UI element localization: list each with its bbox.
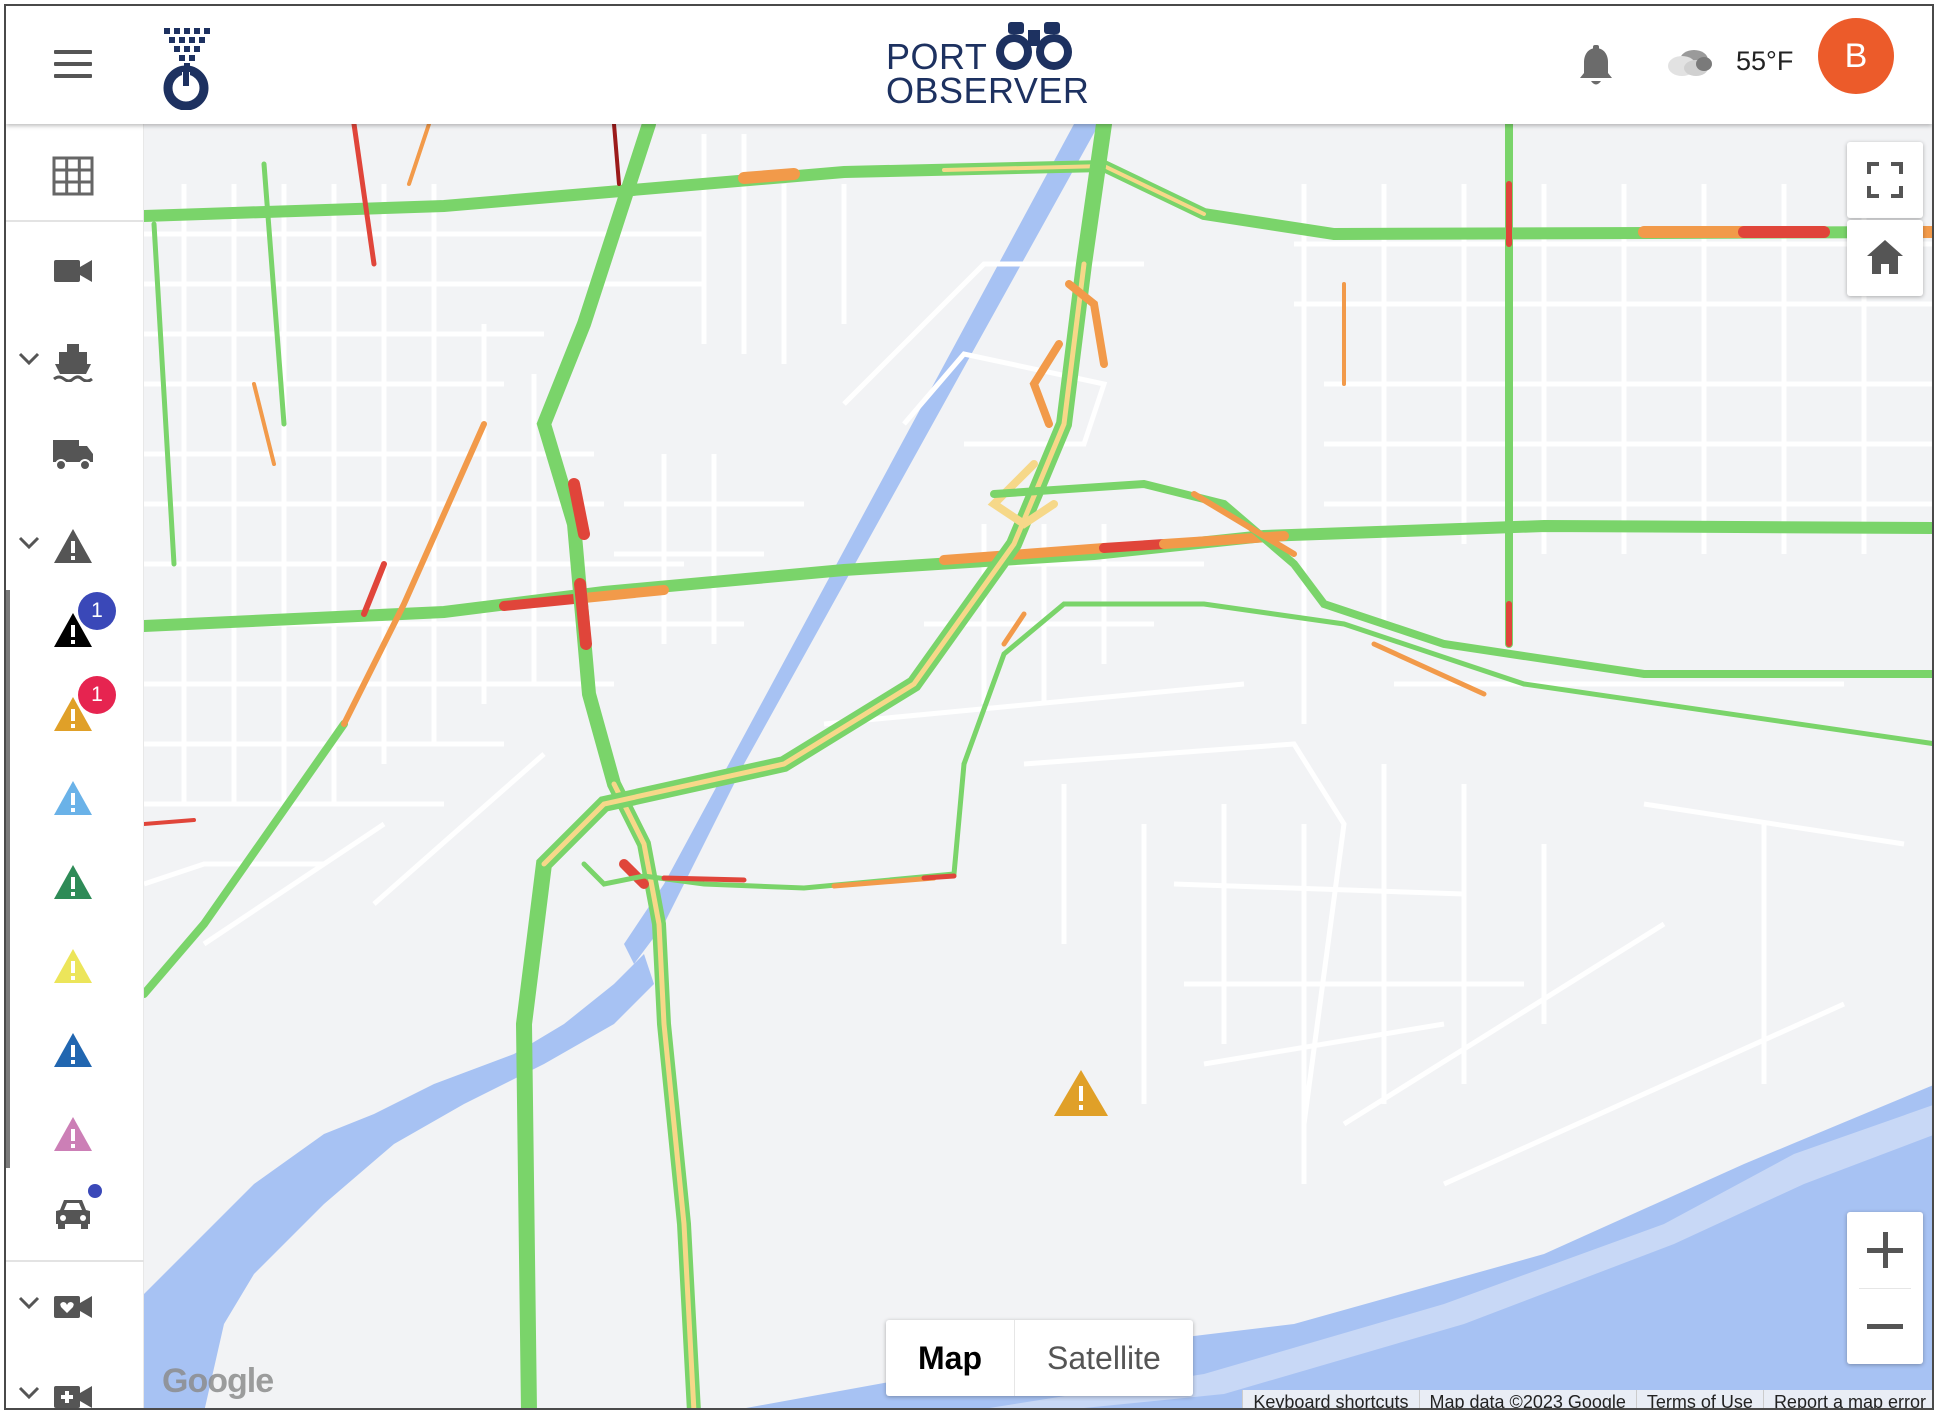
zoom-controls xyxy=(1847,1212,1923,1364)
sidebar-item-alerts[interactable] xyxy=(6,510,144,580)
video-camera-icon xyxy=(54,260,92,282)
sidebar-item-trucks[interactable] xyxy=(6,418,144,488)
user-avatar[interactable]: B xyxy=(1818,18,1894,94)
grid-icon xyxy=(52,156,94,196)
warning-icon xyxy=(54,865,92,899)
alert-count-badge: 1 xyxy=(78,592,116,630)
sidebar-item-vessels[interactable] xyxy=(6,326,144,396)
notification-dot xyxy=(88,1184,102,1198)
ship-icon xyxy=(53,344,93,382)
bell-icon[interactable] xyxy=(1576,44,1616,88)
street-grid xyxy=(144,134,1932,1187)
zoom-in-button[interactable] xyxy=(1847,1212,1923,1288)
home-icon xyxy=(1867,240,1903,274)
zoom-out-button[interactable] xyxy=(1847,1288,1923,1364)
sidebar-item-alert-orange[interactable]: 1 xyxy=(6,676,144,748)
chevron-down-icon[interactable] xyxy=(18,1386,40,1400)
sidebar-item-alert-black[interactable]: 1 xyxy=(6,592,144,664)
fullscreen-button[interactable] xyxy=(1847,142,1923,218)
zoom-in-icon xyxy=(1867,1232,1903,1268)
sidebar-divider xyxy=(6,220,144,222)
camera-heart-icon xyxy=(54,1296,92,1318)
zoom-out-icon xyxy=(1867,1324,1903,1329)
warning-icon xyxy=(54,949,92,983)
brand-line2: OBSERVER xyxy=(886,70,1090,111)
warning-icon xyxy=(54,1117,92,1151)
sidebar-item-grid-view[interactable] xyxy=(6,140,144,210)
menu-icon[interactable] xyxy=(54,50,92,78)
warning-icon xyxy=(54,1033,92,1067)
map-type-toggle: Map Satellite xyxy=(886,1320,1193,1396)
home-button[interactable] xyxy=(1847,220,1923,296)
google-logo[interactable]: Google xyxy=(162,1362,274,1401)
sidebar-item-alert-blue[interactable] xyxy=(6,1014,144,1084)
map-view[interactable]: Map Satellite Google Keyboard shortcuts … xyxy=(144,124,1934,1410)
truck-icon xyxy=(53,440,93,471)
warning-icon xyxy=(54,781,92,815)
top-header: PORT OBSERVER 55°F B xyxy=(6,6,1932,124)
chevron-down-icon[interactable] xyxy=(18,1296,40,1310)
sidebar-item-favorite-cameras[interactable] xyxy=(6,1270,144,1340)
map-attribution: Keyboard shortcuts Map data ©2023 Google… xyxy=(1242,1390,1932,1408)
map-canvas[interactable] xyxy=(144,124,1934,1410)
terms-of-use-link[interactable]: Terms of Use xyxy=(1635,1390,1763,1408)
brand-logo: PORT OBSERVER xyxy=(886,20,1096,110)
incident-warning-icon[interactable] xyxy=(1052,1068,1110,1118)
sidebar: 11 xyxy=(6,124,144,1408)
fullscreen-icon xyxy=(1867,162,1903,198)
alert-count-badge: 1 xyxy=(78,676,116,714)
binoculars-icon xyxy=(996,22,1072,70)
chevron-down-icon[interactable] xyxy=(18,536,40,550)
car-icon xyxy=(56,1200,90,1229)
report-map-error-link[interactable]: Report a map error xyxy=(1762,1390,1932,1408)
warning-icon xyxy=(54,529,92,563)
map-data-label: Map data ©2023 Google xyxy=(1418,1390,1636,1408)
chevron-down-icon[interactable] xyxy=(18,352,40,366)
camera-plus-icon xyxy=(54,1386,92,1408)
sidebar-item-cameras[interactable] xyxy=(6,234,144,304)
sidebar-divider xyxy=(6,1260,144,1262)
sidebar-item-alert-pink[interactable] xyxy=(6,1098,144,1168)
keyboard-shortcuts-link[interactable]: Keyboard shortcuts xyxy=(1242,1390,1418,1408)
sidebar-item-alert-lightblue[interactable] xyxy=(6,762,144,832)
map-type-satellite-button[interactable]: Satellite xyxy=(1015,1320,1193,1396)
sidebar-item-add-camera[interactable] xyxy=(6,1360,144,1408)
sidebar-item-alert-green[interactable] xyxy=(6,846,144,916)
cloudy-icon xyxy=(1668,50,1712,76)
water-areas xyxy=(144,124,1932,1408)
sidebar-item-alert-yellow[interactable] xyxy=(6,930,144,1000)
sidebar-item-vehicles[interactable] xyxy=(6,1176,144,1246)
app-window: PORT OBSERVER 55°F B 1 1 Map Satellite G… xyxy=(4,4,1934,1410)
temperature-label: 55°F xyxy=(1736,46,1794,76)
organization-logo xyxy=(163,28,210,110)
map-type-map-button[interactable]: Map xyxy=(886,1320,1015,1396)
